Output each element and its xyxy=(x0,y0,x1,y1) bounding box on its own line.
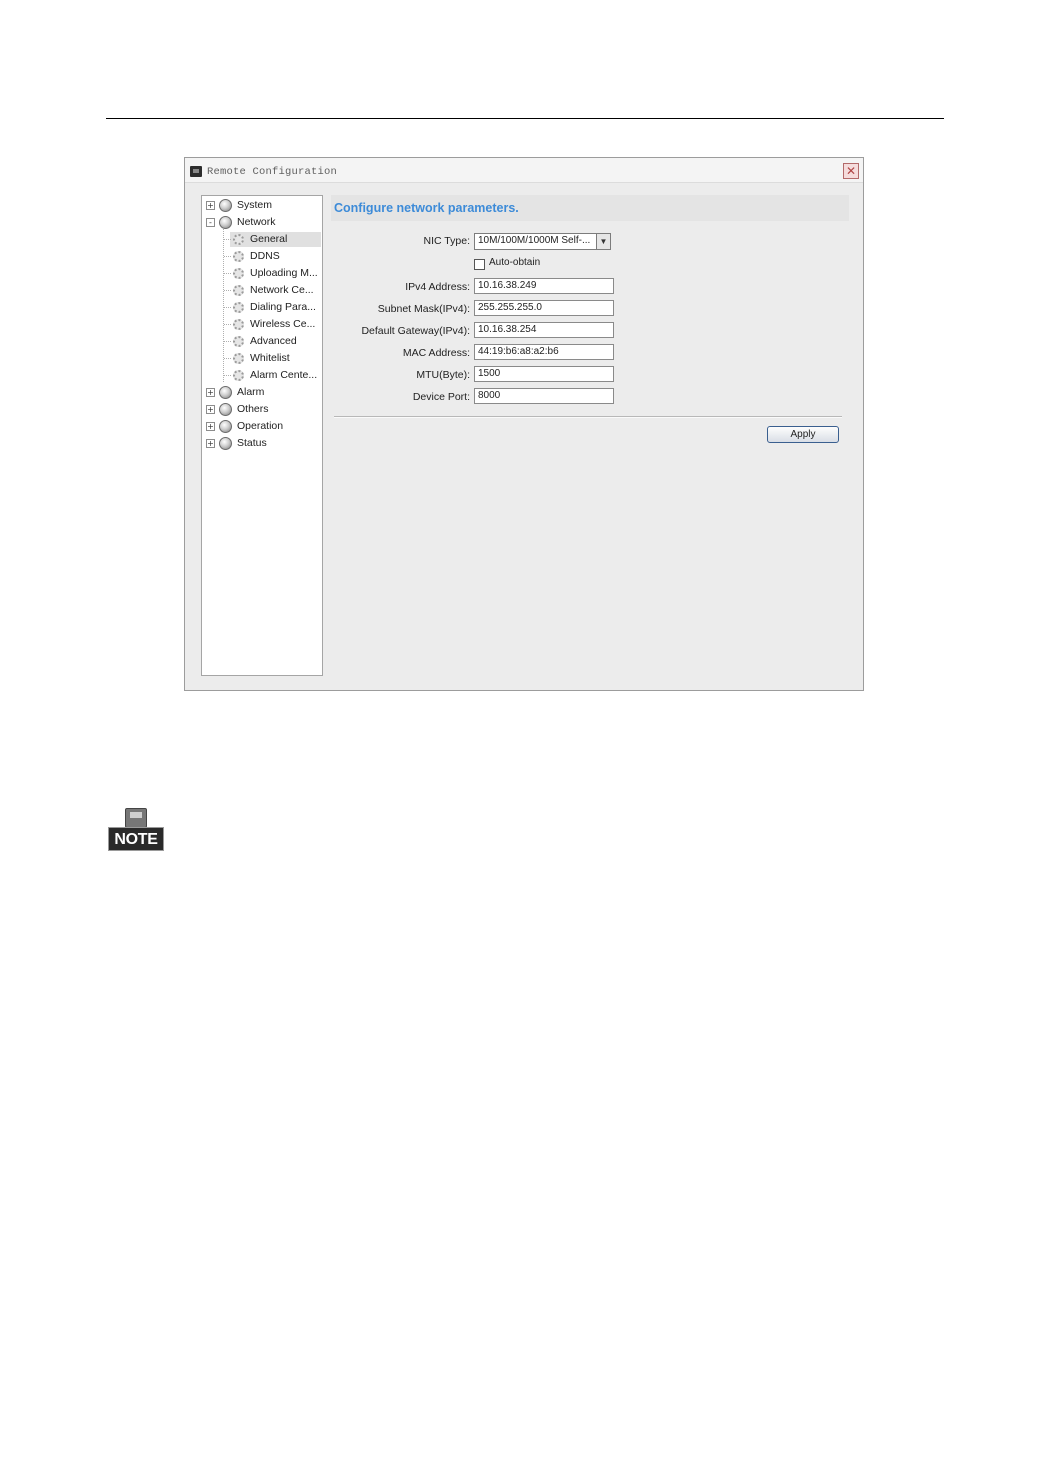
tree-connector xyxy=(224,256,231,257)
tree-connector xyxy=(224,375,231,376)
gear-icon xyxy=(233,234,244,245)
default-gateway-field[interactable]: 10.16.38.254 xyxy=(474,322,614,338)
tree-item-label: DDNS xyxy=(250,250,280,262)
tree-item-label: Alarm xyxy=(237,386,265,398)
auto-obtain-checkbox[interactable] xyxy=(474,259,485,270)
tree-item-ddns[interactable]: DDNS xyxy=(224,248,320,265)
expand-icon[interactable]: + xyxy=(206,405,215,414)
gear-icon xyxy=(233,370,244,381)
tree-connector xyxy=(224,341,231,342)
nic-type-label: NIC Type: xyxy=(423,235,471,247)
tree-connector xyxy=(224,290,231,291)
app-icon xyxy=(190,166,202,177)
tree-connector xyxy=(224,307,231,308)
note-label: NOTE xyxy=(108,827,164,851)
chevron-down-icon[interactable]: ▼ xyxy=(596,234,610,249)
tree-item-wireless-center[interactable]: Wireless Ce... xyxy=(224,316,320,333)
subnet-mask-label: Subnet Mask(IPv4): xyxy=(377,303,470,315)
tree-item-network-center[interactable]: Network Ce... xyxy=(224,282,320,299)
window-title: Remote Configuration xyxy=(207,166,338,178)
tree-item-dialing-parameters[interactable]: Dialing Para... xyxy=(224,299,320,316)
gear-icon xyxy=(233,251,244,262)
gear-icon xyxy=(233,285,244,296)
form-divider xyxy=(334,416,842,418)
tree-item-label: Network Ce... xyxy=(250,284,314,296)
tree-item-label: Operation xyxy=(237,420,284,432)
tree-connector xyxy=(224,358,231,359)
tree-item-label: Dialing Para... xyxy=(250,301,316,313)
tree-connector xyxy=(224,273,231,274)
nic-type-value: 10M/100M/1000M Self-... xyxy=(478,235,591,246)
default-gateway-label: Default Gateway(IPv4): xyxy=(361,325,470,337)
tree-item-operation[interactable]: + Operation xyxy=(206,418,320,435)
tree-item-alarm-center[interactable]: Alarm Cente... xyxy=(224,367,320,384)
note-icon xyxy=(125,808,147,828)
tree-connector xyxy=(224,324,231,325)
note-badge: NOTE xyxy=(108,808,165,853)
globe-icon xyxy=(219,403,232,416)
collapse-icon[interactable]: - xyxy=(206,218,215,227)
globe-icon xyxy=(219,199,232,212)
mac-address-field[interactable]: 44:19:b6:a8:a2:b6 xyxy=(474,344,614,360)
mtu-label: MTU(Byte): xyxy=(416,369,470,381)
tree-item-label: Network xyxy=(237,216,276,228)
mac-address-label: MAC Address: xyxy=(402,347,470,359)
tree-item-label: Uploading M... xyxy=(250,267,318,279)
globe-icon xyxy=(219,386,232,399)
tree-item-label: Wireless Ce... xyxy=(250,318,316,330)
expand-icon[interactable]: + xyxy=(206,201,215,210)
tree-item-label: Whitelist xyxy=(250,352,290,364)
gear-icon xyxy=(233,319,244,330)
section-header: Configure network parameters. xyxy=(331,195,849,221)
close-icon: ✕ xyxy=(845,164,857,178)
tree-item-label: System xyxy=(237,199,273,211)
expand-icon[interactable]: + xyxy=(206,388,215,397)
gear-icon xyxy=(233,268,244,279)
gear-icon xyxy=(233,336,244,347)
ipv4-address-field[interactable]: 10.16.38.249 xyxy=(474,278,614,294)
globe-icon xyxy=(219,420,232,433)
tree-item-label: Alarm Cente... xyxy=(250,369,318,381)
tree-item-advanced[interactable]: Advanced xyxy=(224,333,320,350)
subnet-mask-field[interactable]: 255.255.255.0 xyxy=(474,300,614,316)
gear-icon xyxy=(233,302,244,313)
globe-icon xyxy=(219,216,232,229)
ipv4-address-label: IPv4 Address: xyxy=(405,281,470,293)
remote-configuration-window: Remote Configuration ✕ + System - Networ… xyxy=(184,157,864,691)
tree-item-status[interactable]: + Status xyxy=(206,435,320,452)
tree-item-system[interactable]: + System xyxy=(206,197,320,214)
expand-icon[interactable]: + xyxy=(206,422,215,431)
tree-item-alarm[interactable]: + Alarm xyxy=(206,384,320,401)
tree-item-general[interactable]: General xyxy=(224,231,320,248)
page-header-rule xyxy=(106,118,944,119)
tree-item-label: General xyxy=(250,233,288,245)
tree-item-label: Others xyxy=(237,403,269,415)
tree-item-network[interactable]: - Network xyxy=(206,214,320,231)
section-title: Configure network parameters. xyxy=(334,201,519,215)
tree-item-whitelist[interactable]: Whitelist xyxy=(224,350,320,367)
tree-item-uploading-mode[interactable]: Uploading M... xyxy=(224,265,320,282)
tree-item-label: Advanced xyxy=(250,335,297,347)
config-tree: + System - Network General DDNS Uploadin… xyxy=(201,195,323,676)
expand-icon[interactable]: + xyxy=(206,439,215,448)
device-port-label: Device Port: xyxy=(412,391,470,403)
close-button[interactable]: ✕ xyxy=(843,163,859,179)
tree-connector xyxy=(224,239,231,240)
title-bar[interactable]: Remote Configuration ✕ xyxy=(185,158,863,183)
tree-item-label: Status xyxy=(237,437,267,449)
tree-item-others[interactable]: + Others xyxy=(206,401,320,418)
auto-obtain-label: Auto-obtain xyxy=(489,257,541,268)
mtu-field[interactable]: 1500 xyxy=(474,366,614,382)
device-port-field[interactable]: 8000 xyxy=(474,388,614,404)
gear-icon xyxy=(233,353,244,364)
globe-icon xyxy=(219,437,232,450)
apply-button[interactable]: Apply xyxy=(767,426,839,443)
nic-type-select[interactable]: 10M/100M/1000M Self-... ▼ xyxy=(474,233,611,250)
